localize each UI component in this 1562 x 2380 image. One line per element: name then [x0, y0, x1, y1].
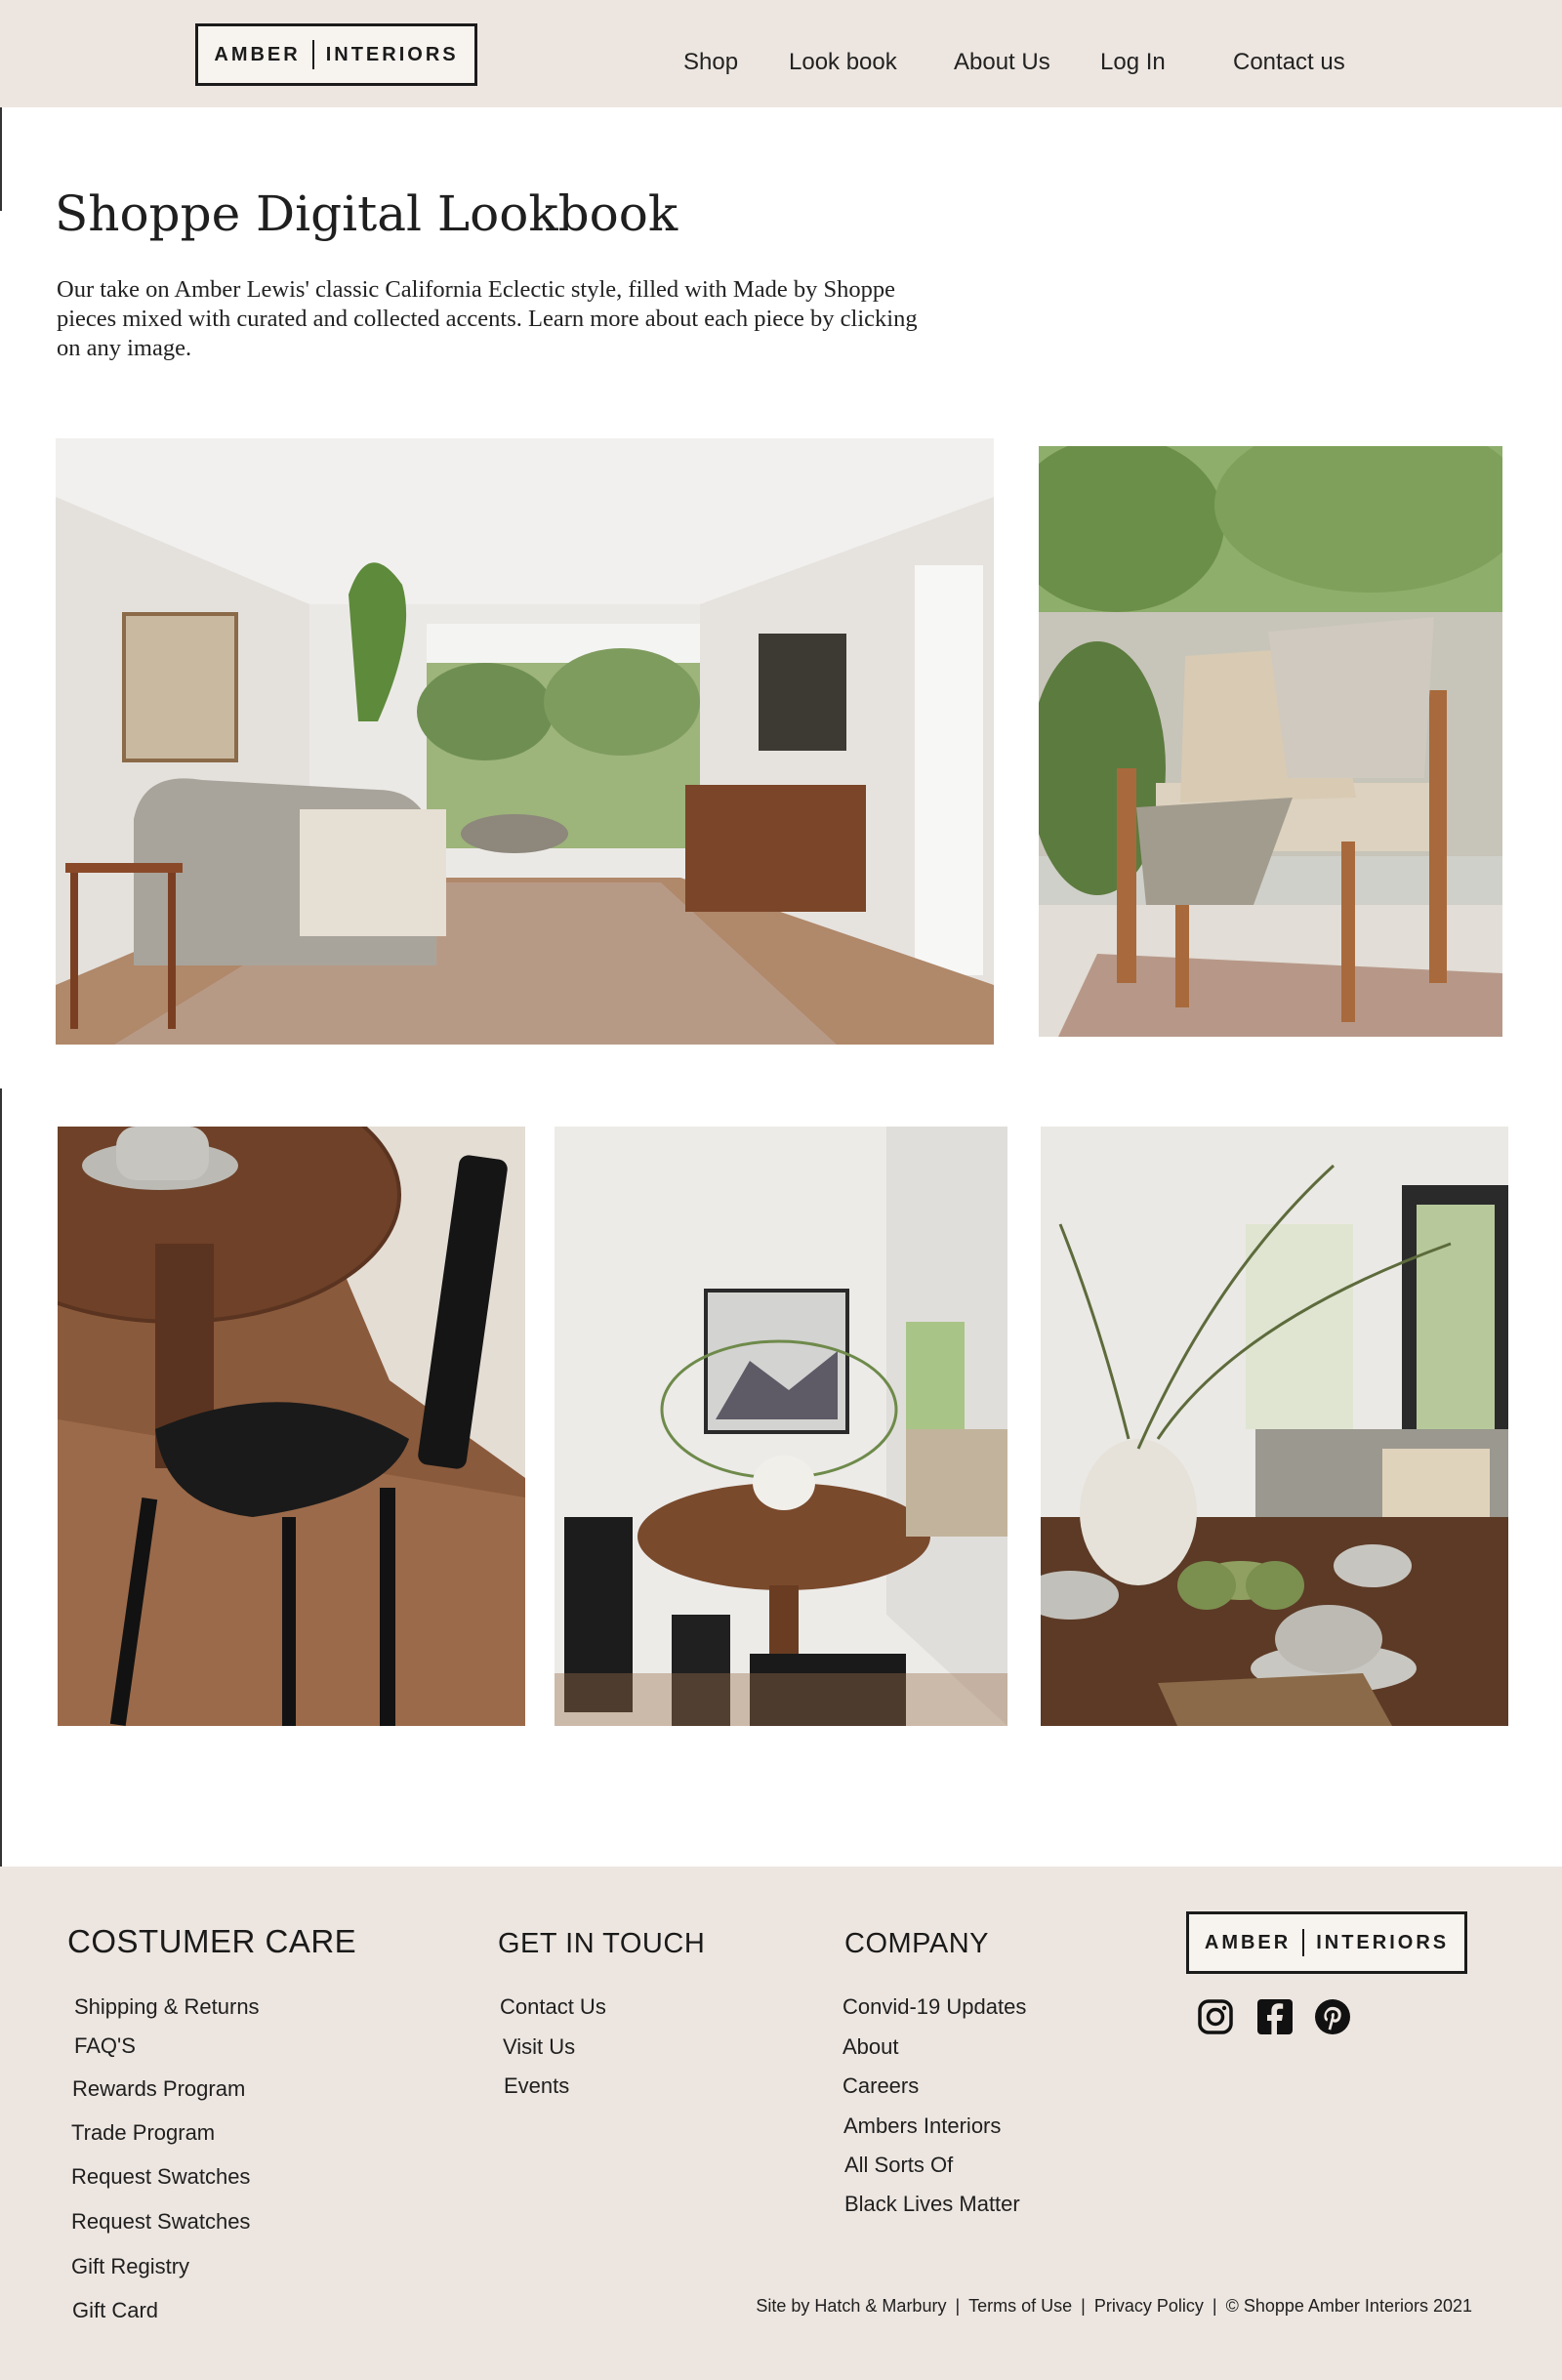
privacy-policy-link[interactable]: Privacy Policy	[1094, 2296, 1204, 2316]
nav-about-us[interactable]: About Us	[954, 49, 1050, 76]
nav-log-in[interactable]: Log In	[1100, 49, 1166, 76]
footer-link-black-lives-matter[interactable]: Black Lives Matter	[844, 2192, 1020, 2217]
instagram-icon[interactable]	[1196, 1997, 1235, 2036]
footer-link-ambers-interiors[interactable]: Ambers Interiors	[843, 2113, 1001, 2139]
header-logo[interactable]: AMBER INTERIORS	[195, 23, 477, 86]
footer-heading-get-in-touch: GET IN TOUCH	[498, 1928, 706, 1959]
footer-link-trade-program[interactable]: Trade Program	[71, 2120, 215, 2146]
footer-link-contact-us[interactable]: Contact Us	[500, 1994, 606, 2020]
footer-heading-company: COMPANY	[844, 1928, 989, 1959]
footer-link-events[interactable]: Events	[504, 2073, 569, 2099]
logo-word-amber: AMBER	[1204, 1931, 1292, 1953]
page-title: Shoppe Digital Lookbook	[55, 185, 678, 242]
footer-link-faqs[interactable]: FAQ'S	[74, 2033, 136, 2059]
terms-of-use-link[interactable]: Terms of Use	[968, 2296, 1072, 2316]
footer-link-visit-us[interactable]: Visit Us	[503, 2034, 575, 2060]
footer-link-gift-registry[interactable]: Gift Registry	[71, 2254, 189, 2279]
page-intro: Our take on Amber Lewis' classic Califor…	[57, 276, 918, 361]
lookbook-image-armchair[interactable]	[1039, 446, 1502, 1037]
lookbook-image-black-chair[interactable]	[58, 1127, 525, 1726]
footer-link-all-sorts-of[interactable]: All Sorts Of	[844, 2153, 953, 2178]
left-edge-rule	[0, 1088, 2, 1867]
footer-link-request-swatches[interactable]: Request Swatches	[71, 2209, 250, 2235]
footer-heading-customer-care: COSTUMER CARE	[67, 1923, 357, 1959]
footer-link-covid-updates[interactable]: Convid-19 Updates	[843, 1994, 1026, 2020]
logo-word-interiors: INTERIORS	[325, 43, 459, 65]
footer-logo[interactable]: AMBER INTERIORS	[1186, 1911, 1467, 1974]
lookbook-image-table-setting[interactable]	[1041, 1127, 1508, 1726]
footer-link-about[interactable]: About	[843, 2034, 899, 2060]
site-header: AMBER INTERIORS Shop Look book About Us …	[0, 0, 1562, 107]
logo-word-amber: AMBER	[214, 43, 301, 65]
site-credit-link[interactable]: Site by Hatch & Marbury	[756, 2296, 946, 2316]
footer-legal: Site by Hatch & Marbury | Terms of Use | Pri…	[756, 2296, 1472, 2317]
copyright-text: © Shoppe Amber Interiors 2021	[1225, 2296, 1472, 2316]
footer-link-shipping-returns[interactable]: Shipping & Returns	[74, 1994, 260, 2020]
logo-word-interiors: INTERIORS	[1316, 1931, 1450, 1953]
logo-divider	[1302, 1929, 1305, 1956]
left-edge-rule	[0, 107, 2, 211]
footer-link-request-swatches[interactable]: Request Swatches	[71, 2164, 250, 2190]
footer-link-rewards-program[interactable]: Rewards Program	[72, 2076, 245, 2102]
logo-divider	[311, 40, 314, 69]
pinterest-icon[interactable]	[1313, 1997, 1352, 2036]
footer-link-gift-card[interactable]: Gift Card	[72, 2298, 158, 2323]
legal-separator: |	[1081, 2296, 1086, 2316]
nav-shop[interactable]: Shop	[683, 49, 738, 76]
footer-link-careers[interactable]: Careers	[843, 2073, 919, 2099]
lookbook-image-living-room[interactable]	[56, 438, 994, 1045]
legal-separator: |	[955, 2296, 961, 2316]
nav-look-book[interactable]: Look book	[789, 49, 897, 76]
facebook-icon[interactable]	[1255, 1997, 1295, 2036]
lookbook-image-dining-room[interactable]	[555, 1127, 1007, 1726]
nav-contact-us[interactable]: Contact us	[1233, 49, 1345, 76]
legal-separator: |	[1212, 2296, 1217, 2316]
